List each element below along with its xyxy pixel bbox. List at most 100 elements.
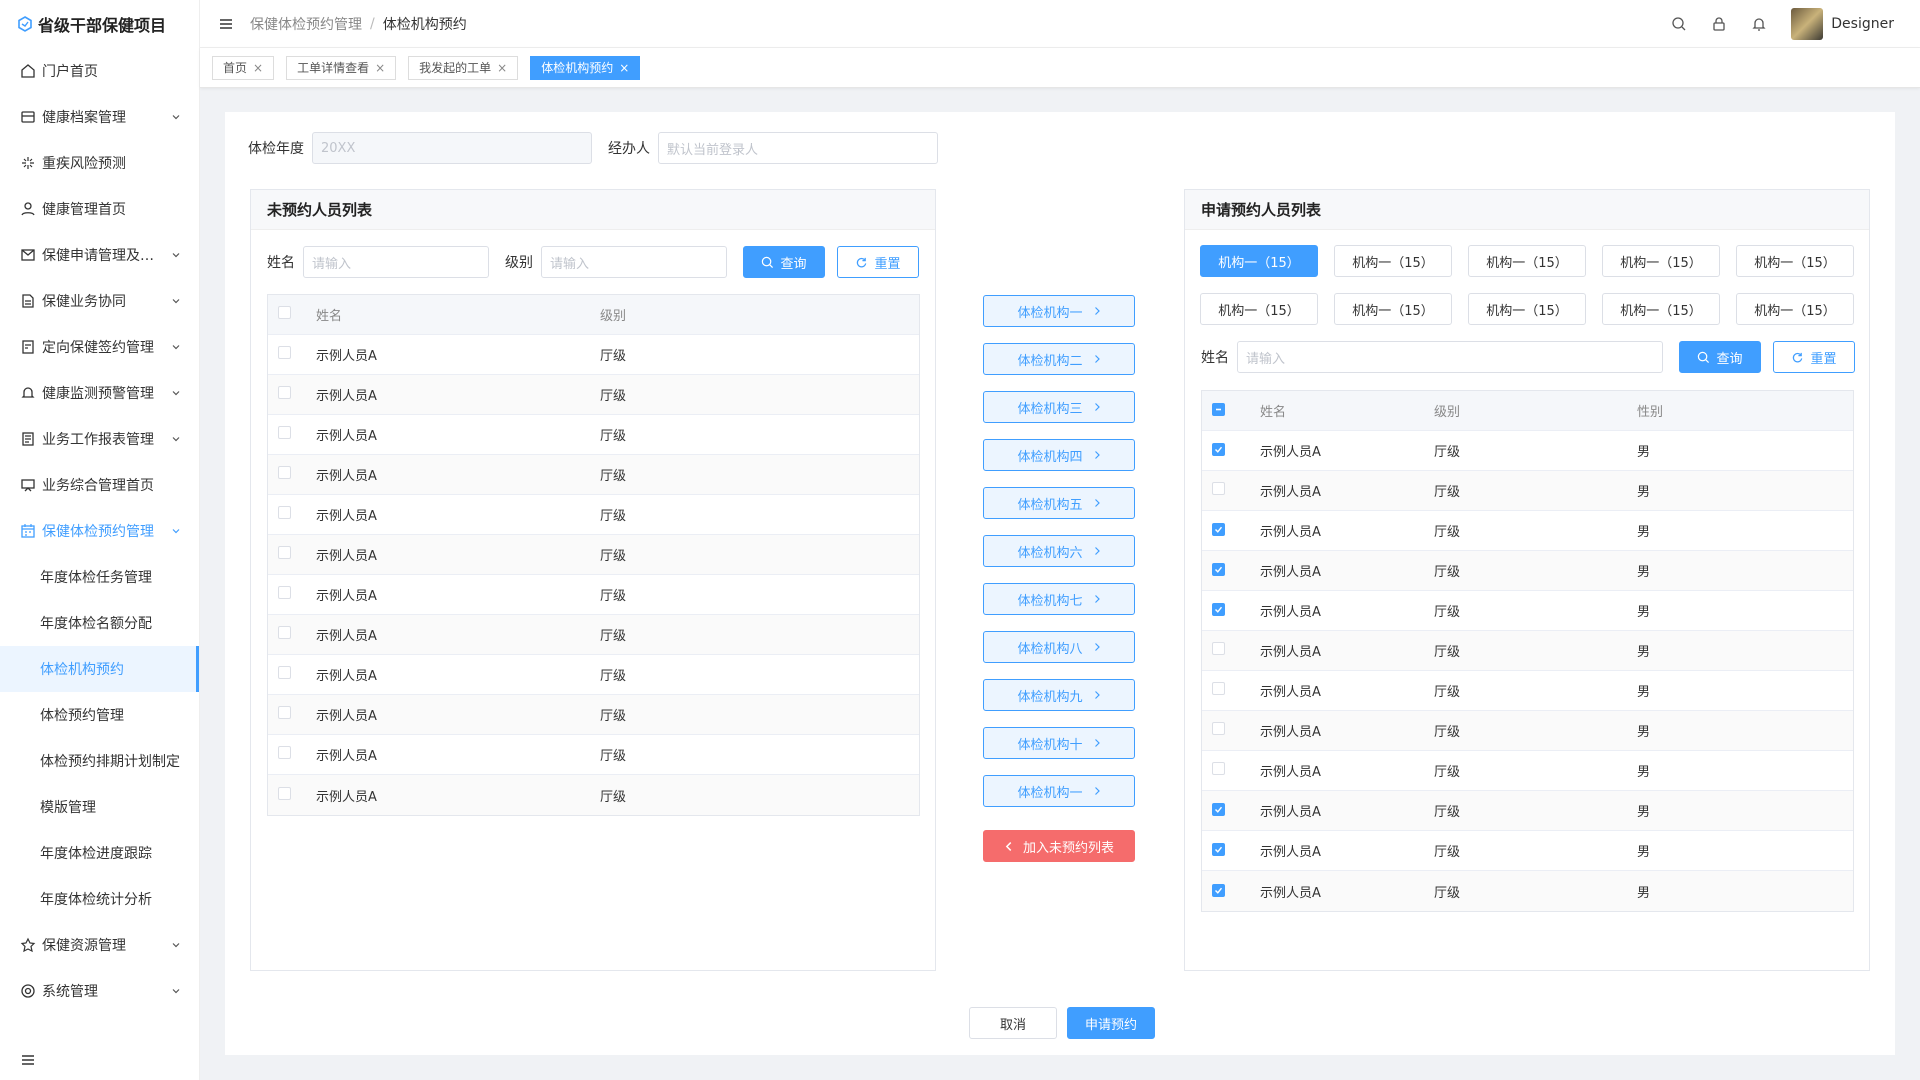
table-row[interactable]: 示例人员A 厅级 — [268, 335, 919, 375]
assign-org-button[interactable]: 体检机构二 — [983, 343, 1135, 375]
institution-filter-button[interactable]: 机构一（15） — [1200, 293, 1318, 325]
row-checkbox[interactable] — [1212, 883, 1225, 897]
table-row[interactable]: 示例人员A 厅级 — [268, 575, 919, 615]
cancel-button[interactable]: 取消 — [969, 1007, 1057, 1039]
username[interactable]: Designer — [1831, 16, 1894, 32]
assign-org-button[interactable]: 体检机构一 — [983, 295, 1135, 327]
row-checkbox[interactable] — [1212, 443, 1225, 456]
sidebar-item[interactable]: 重疾风险预测 — [0, 140, 199, 186]
sidebar-subitem[interactable]: 年度体检名额分配 — [0, 600, 199, 646]
assign-org-button[interactable]: 体检机构七 — [983, 583, 1135, 615]
table-row[interactable]: 示例人员A 厅级 男 — [1202, 711, 1853, 751]
sidebar-item[interactable]: 健康档案管理 — [0, 94, 199, 140]
sidebar-subitem[interactable]: 体检预约管理 — [0, 692, 199, 738]
sidebar-item[interactable]: 健康管理首页 — [0, 186, 199, 232]
sidebar-subitem[interactable]: 年度体检任务管理 — [0, 554, 199, 600]
table-row[interactable]: 示例人员A 厅级 男 — [1202, 631, 1853, 671]
sidebar-subitem[interactable]: 模版管理 — [0, 784, 199, 830]
table-row[interactable]: 示例人员A 厅级 — [268, 375, 919, 415]
assign-org-button[interactable]: 体检机构六 — [983, 535, 1135, 567]
assign-org-button[interactable]: 体检机构四 — [983, 439, 1135, 471]
row-checkbox[interactable] — [278, 746, 291, 759]
institution-filter-button[interactable]: 机构一（15） — [1736, 293, 1854, 325]
row-checkbox[interactable] — [278, 346, 291, 359]
table-row[interactable]: 示例人员A 厅级 男 — [1202, 591, 1853, 631]
menu-toggle-icon[interactable] — [218, 16, 234, 32]
table-row[interactable]: 示例人员A 厅级 — [268, 655, 919, 695]
institution-filter-button[interactable]: 机构一（15） — [1736, 245, 1854, 277]
close-icon[interactable]: × — [497, 61, 507, 75]
tab-item[interactable]: 我发起的工单 × — [408, 55, 519, 80]
row-checkbox[interactable] — [278, 506, 291, 519]
table-row[interactable]: 示例人员A 厅级 男 — [1202, 511, 1853, 551]
avatar[interactable] — [1791, 8, 1824, 40]
tab-item[interactable]: 首页 × — [212, 55, 275, 80]
table-row[interactable]: 示例人员A 厅级 男 — [1202, 471, 1853, 511]
row-checkbox[interactable] — [1212, 803, 1225, 816]
table-row[interactable]: 示例人员A 厅级 男 — [1202, 751, 1853, 791]
sidebar-item[interactable]: 保健体检预约管理 — [0, 508, 199, 554]
table-row[interactable]: 示例人员A 厅级 — [268, 415, 919, 455]
row-checkbox[interactable] — [1212, 722, 1225, 735]
sidebar-subitem[interactable]: 年度体检进度跟踪 — [0, 830, 199, 876]
tab-item[interactable]: 体检机构预约 × — [530, 55, 641, 80]
row-checkbox[interactable] — [278, 626, 291, 639]
row-checkbox[interactable] — [1212, 843, 1225, 856]
submit-booking-button[interactable]: 申请预约 — [1067, 1007, 1155, 1039]
institution-filter-button[interactable]: 机构一（15） — [1334, 293, 1452, 325]
unbooked-search-button[interactable]: 查询 — [743, 246, 825, 278]
row-checkbox[interactable] — [278, 786, 291, 800]
sidebar-subitem[interactable]: 年度体检统计分析 — [0, 876, 199, 922]
table-row[interactable]: 示例人员A 厅级 — [268, 535, 919, 575]
sidebar-subitem[interactable]: 体检预约排期计划制定 — [0, 738, 199, 784]
sidebar-item[interactable]: 保健申请管理及… — [0, 232, 199, 278]
sidebar-item[interactable]: 业务工作报表管理 — [0, 416, 199, 462]
assign-org-button[interactable]: 体检机构八 — [983, 631, 1135, 663]
row-checkbox[interactable] — [278, 426, 291, 439]
add-to-unbooked-button[interactable]: 加入未预约列表 — [983, 830, 1135, 862]
row-checkbox[interactable] — [1212, 563, 1225, 576]
sidebar-item[interactable]: 业务综合管理首页 — [0, 462, 199, 508]
table-row[interactable]: 示例人员A 厅级 男 — [1202, 791, 1853, 831]
sidebar-item[interactable]: 定向保健签约管理 — [0, 324, 199, 370]
tab-item[interactable]: 工单详情查看 × — [286, 55, 397, 80]
breadcrumb-parent[interactable]: 保健体检预约管理 — [250, 14, 362, 34]
assign-org-button[interactable]: 体检机构一 — [983, 775, 1135, 807]
close-icon[interactable]: × — [619, 61, 629, 75]
sidebar-item[interactable]: 健康监测预警管理 — [0, 370, 199, 416]
row-checkbox[interactable] — [1212, 603, 1225, 616]
sidebar-item[interactable]: 保健业务协同 — [0, 278, 199, 324]
row-checkbox[interactable] — [278, 546, 291, 559]
row-checkbox[interactable] — [278, 666, 291, 679]
bell-icon[interactable] — [1751, 16, 1767, 32]
institution-filter-button[interactable]: 机构一（15） — [1602, 245, 1720, 277]
booking-search-button[interactable]: 查询 — [1679, 341, 1761, 373]
assign-org-button[interactable]: 体检机构九 — [983, 679, 1135, 711]
assign-org-button[interactable]: 体检机构十 — [983, 727, 1135, 759]
row-checkbox[interactable] — [1212, 642, 1225, 655]
table-row[interactable]: 示例人员A 厅级 — [268, 495, 919, 535]
close-icon[interactable]: × — [253, 61, 263, 75]
table-row[interactable]: 示例人员A 厅级 — [268, 735, 919, 775]
unbooked-reset-button[interactable]: 重置 — [837, 246, 919, 278]
row-checkbox[interactable] — [1212, 482, 1225, 495]
table-row[interactable]: 示例人员A 厅级 男 — [1202, 831, 1853, 871]
search-icon[interactable] — [1671, 16, 1687, 32]
institution-filter-button[interactable]: 机构一（15） — [1468, 293, 1586, 325]
sidebar-item[interactable]: 门户首页 — [0, 48, 199, 94]
sidebar-subitem[interactable]: 体检机构预约 — [0, 646, 199, 692]
row-checkbox[interactable] — [278, 586, 291, 599]
row-checkbox[interactable] — [1212, 523, 1225, 536]
handler-field[interactable]: 默认当前登录人 — [658, 132, 938, 164]
close-icon[interactable]: × — [375, 61, 385, 75]
assign-org-button[interactable]: 体检机构五 — [983, 487, 1135, 519]
institution-filter-button[interactable]: 机构一（15） — [1334, 245, 1452, 277]
booking-reset-button[interactable]: 重置 — [1773, 341, 1855, 373]
lock-icon[interactable] — [1711, 16, 1727, 32]
row-checkbox[interactable] — [1212, 682, 1225, 695]
institution-filter-button[interactable]: 机构一（15） — [1468, 245, 1586, 277]
select-all-checkbox[interactable] — [278, 306, 291, 319]
row-checkbox[interactable] — [278, 706, 291, 719]
row-checkbox[interactable] — [278, 386, 291, 399]
sidebar-item[interactable]: 系统管理 — [0, 968, 199, 1014]
